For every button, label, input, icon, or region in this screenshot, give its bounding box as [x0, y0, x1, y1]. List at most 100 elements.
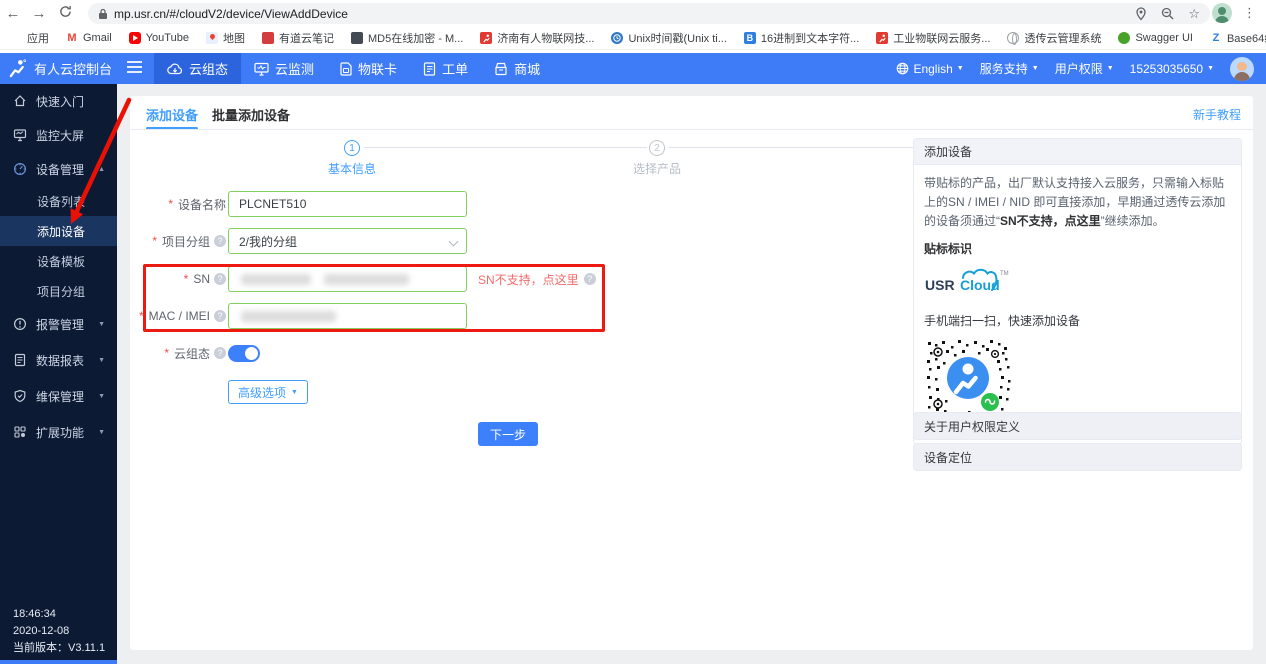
bookmark-star-icon[interactable]: ☆: [1188, 6, 1200, 22]
sidebar-item-device-template[interactable]: 设备模板: [0, 246, 117, 276]
mac-imei-input[interactable]: [228, 303, 467, 329]
sidebar-item-quick-start[interactable]: 快速入门: [0, 84, 117, 118]
home-icon: [13, 94, 27, 108]
maps-icon: [206, 32, 218, 44]
sidebar-item-device-management[interactable]: 设备管理 ▲: [0, 152, 117, 186]
permission-menu[interactable]: 用户权限▼: [1055, 60, 1114, 77]
sidebar-item-alarm-management[interactable]: 报警管理 ▼: [0, 306, 117, 342]
sidebar-item-project-group[interactable]: 项目分组: [0, 276, 117, 306]
sidebar-item-add-device[interactable]: 添加设备: [0, 216, 117, 246]
bookmark-item[interactable]: ZBase64编码转换工...: [1210, 30, 1266, 46]
next-step-button[interactable]: 下一步: [478, 422, 538, 446]
address-bar[interactable]: mp.usr.cn/#/cloudV2/device/ViewAddDevice…: [88, 3, 1210, 24]
help-panel: 添加设备 带贴标的产品，出厂默认支持接入云服务，只需输入标贴上的SN / IME…: [913, 138, 1242, 445]
step-label-basic-info: 基本信息: [312, 160, 392, 177]
nav-item-mall[interactable]: 商城: [481, 53, 553, 84]
bookmark-item[interactable]: 透传云管理系统: [1007, 30, 1101, 46]
bookmark-item[interactable]: 工业物联网云服务...: [876, 30, 990, 46]
report-doc-icon: [13, 353, 27, 367]
nav-item-work-order[interactable]: 工单: [410, 53, 481, 84]
sidebar-item-monitor-screen[interactable]: 监控大屏: [0, 118, 117, 152]
help-panel-header[interactable]: 添加设备: [914, 139, 1241, 165]
chevron-down-icon: ▼: [98, 357, 105, 364]
info-icon[interactable]: ?: [214, 310, 226, 322]
chevron-down-icon: ▼: [98, 393, 105, 400]
sidebar-item-maintenance[interactable]: 维保管理 ▼: [0, 378, 117, 414]
panel-user-permission[interactable]: 关于用户权限定义: [913, 412, 1242, 440]
forward-icon[interactable]: →: [26, 5, 52, 22]
mac-imei-label: *MAC / IMEI?: [130, 303, 226, 329]
md5-icon: [351, 32, 363, 44]
cloud-scada-toggle[interactable]: [228, 345, 260, 362]
scan-hint: 手机端扫一扫，快速添加设备: [924, 312, 1231, 331]
tutorial-link[interactable]: 新手教程: [1193, 106, 1241, 123]
nav-item-iot-card[interactable]: 物联卡: [327, 53, 410, 84]
nav-item-cloud-monitor[interactable]: 云监测: [241, 53, 327, 84]
bookmark-item[interactable]: 济南有人物联网技...: [480, 30, 594, 46]
sidebar: 快速入门 监控大屏 设备管理 ▲ 设备列表 添加设备 设备模板 项目分组 报警管…: [0, 84, 117, 664]
step-connector: [364, 147, 647, 148]
device-name-input[interactable]: [228, 191, 467, 217]
device-gauge-icon: [13, 162, 27, 176]
chevron-down-icon: ▼: [1107, 65, 1114, 72]
usr-logo-icon: [8, 59, 27, 78]
bookmark-item[interactable]: Swagger UI: [1118, 32, 1192, 44]
language-menu[interactable]: English ▼: [896, 62, 963, 76]
clock-icon: [611, 32, 623, 44]
apps-grid-icon: [10, 32, 22, 44]
header-right: English ▼ 服务支持▼ 用户权限▼ 15253035650▼: [896, 57, 1266, 81]
sim-card-icon: [340, 62, 352, 76]
user-avatar[interactable]: [1230, 57, 1254, 81]
sn-input[interactable]: [228, 266, 467, 292]
info-icon[interactable]: ?: [214, 273, 226, 285]
tab-batch-add-device[interactable]: 批量添加设备: [212, 105, 290, 124]
hex-b-icon: B: [744, 32, 756, 44]
nav-item-cloud-scada[interactable]: 云组态: [154, 53, 241, 84]
zoom-out-icon[interactable]: [1161, 7, 1174, 20]
sidebar-item-extensions[interactable]: 扩展功能 ▼: [0, 414, 117, 450]
info-icon[interactable]: ?: [214, 235, 226, 247]
chevron-down-icon: ▼: [98, 321, 105, 328]
back-icon[interactable]: ←: [0, 5, 26, 22]
bookmark-item[interactable]: 地图: [206, 30, 245, 46]
current-date: 2020-12-08: [13, 623, 105, 640]
bookmark-item[interactable]: 应用: [10, 30, 49, 46]
info-icon[interactable]: ?: [214, 347, 226, 359]
page: ← → mp.usr.cn/#/cloudV2/device/ViewAddDe…: [0, 0, 1266, 664]
screen-icon: [13, 128, 27, 142]
support-menu[interactable]: 服务支持▼: [980, 60, 1039, 77]
bookmark-item[interactable]: MD5在线加密 - M...: [351, 30, 463, 46]
chevron-down-icon: ▼: [1207, 65, 1214, 72]
sn-not-supported-link[interactable]: SN不支持，点这里?: [478, 266, 596, 292]
work-order-icon: [423, 62, 436, 76]
sidebar-item-device-list[interactable]: 设备列表: [0, 186, 117, 216]
send-to-device-icon[interactable]: [1135, 7, 1147, 21]
cloud-scada-label: *云组态?: [130, 340, 226, 366]
project-group-label: *项目分组?: [130, 228, 226, 254]
brand: 有人云控制台: [0, 59, 154, 78]
collapse-menu-icon[interactable]: [127, 61, 142, 76]
language-globe-icon: [896, 62, 909, 75]
browser-menu-icon[interactable]: ⋮: [1243, 5, 1256, 21]
panel-device-location[interactable]: 设备定位: [913, 443, 1242, 471]
info-icon[interactable]: ?: [584, 273, 596, 285]
tab-add-device[interactable]: 添加设备: [146, 105, 198, 124]
reload-icon[interactable]: [52, 5, 78, 22]
account-menu[interactable]: 15253035650▼: [1130, 62, 1214, 76]
tab-divider: [130, 129, 1253, 130]
browser-profile-avatar[interactable]: [1212, 3, 1232, 23]
youtube-icon: [129, 32, 141, 44]
youdao-icon: [262, 32, 274, 44]
bookmark-item[interactable]: Unix时间戳(Unix ti...: [611, 30, 726, 46]
bookmark-item[interactable]: YouTube: [129, 32, 189, 44]
advanced-options-button[interactable]: 高级选项▼: [228, 380, 308, 404]
redacted-value: [241, 274, 311, 285]
bookmark-item[interactable]: B16进制到文本字符...: [744, 30, 859, 46]
sidebar-item-data-report[interactable]: 数据报表 ▼: [0, 342, 117, 378]
bookmark-item[interactable]: 有道云笔记: [262, 30, 334, 46]
step-label-select-product: 选择产品: [617, 160, 697, 177]
step-circle-1: 1: [344, 140, 360, 156]
bookmark-item[interactable]: MGmail: [66, 32, 112, 44]
project-group-select[interactable]: 2/我的分组: [228, 228, 467, 254]
z-icon: Z: [1210, 32, 1222, 44]
